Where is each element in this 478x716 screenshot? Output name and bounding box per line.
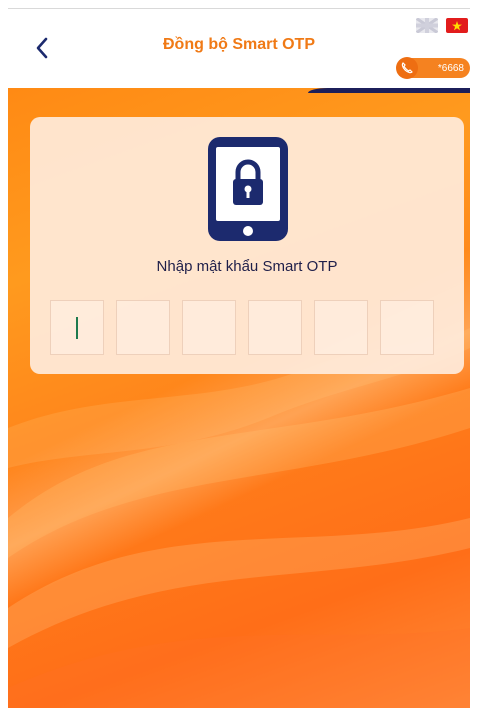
- page-title: Đồng bộ Smart OTP: [163, 36, 315, 53]
- otp-digit-3[interactable]: [182, 300, 236, 355]
- otp-digit-1[interactable]: [50, 300, 104, 355]
- text-cursor: [76, 317, 78, 339]
- otp-input-group: [50, 300, 434, 355]
- hotline-button[interactable]: *6668: [396, 57, 470, 79]
- otp-digit-4[interactable]: [248, 300, 302, 355]
- otp-digit-2[interactable]: [116, 300, 170, 355]
- vietnam-flag-icon[interactable]: [446, 18, 468, 33]
- uk-flag-icon[interactable]: [416, 18, 438, 33]
- header-accent-bar: [308, 88, 470, 93]
- phone-icon: [396, 57, 418, 79]
- language-switcher: [416, 18, 468, 33]
- otp-digit-6[interactable]: [380, 300, 434, 355]
- app-header: Đồng bộ Smart OTP *6668: [0, 0, 478, 88]
- phone-lock-icon: [206, 135, 290, 243]
- otp-prompt-label: Nhập mật khẩu Smart OTP: [156, 258, 338, 275]
- hotline-number: *6668: [437, 62, 464, 74]
- otp-card: Nhập mật khẩu Smart OTP: [30, 117, 464, 374]
- otp-digit-5[interactable]: [314, 300, 368, 355]
- status-divider: [8, 8, 470, 9]
